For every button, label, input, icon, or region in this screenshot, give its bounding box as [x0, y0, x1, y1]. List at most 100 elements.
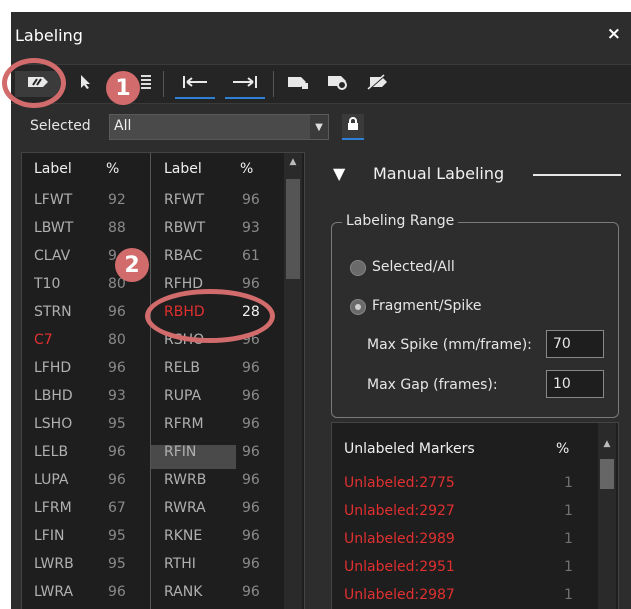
marker-percent: 96 — [242, 528, 260, 544]
marker-label: LELB — [34, 444, 69, 460]
unlabeled-marker-label[interactable]: Unlabeled:2987 — [344, 587, 455, 603]
unlabeled-marker-label[interactable]: Unlabeled:2927 — [344, 503, 455, 519]
marker-label: LWRB — [34, 556, 74, 572]
selection-dropdown[interactable]: All ▼ — [109, 114, 329, 140]
marker-label: RWRA — [164, 500, 206, 516]
annotation-circle-1 — [2, 58, 66, 108]
marker-label: LFIN — [34, 528, 65, 544]
list-icon — [140, 74, 152, 94]
tag-settings-button[interactable] — [323, 71, 353, 97]
table-row[interactable]: RFRM 96 — [164, 416, 274, 442]
toolbar-divider — [163, 71, 164, 97]
unlabeled-marker-percent: 1 — [564, 503, 573, 519]
scroll-thumb[interactable] — [600, 459, 614, 489]
unlabeled-marker-label[interactable]: Unlabeled:2951 — [344, 559, 455, 575]
marker-label: STRN — [34, 304, 72, 320]
prev-button[interactable] — [175, 71, 215, 99]
marker-label: LFWT — [34, 192, 73, 208]
table-row[interactable]: LSHO 95 — [34, 416, 144, 442]
marker-label: RBWT — [164, 220, 206, 236]
close-icon[interactable]: × — [607, 24, 621, 44]
table-row[interactable]: RWRB 96 — [164, 472, 274, 498]
scroll-thumb[interactable] — [286, 179, 300, 279]
table-row[interactable]: C7 80 — [34, 332, 144, 358]
table-row[interactable]: RTHI 96 — [164, 556, 274, 582]
table-row[interactable]: RBWT 93 — [164, 220, 274, 246]
marker-percent: 96 — [242, 556, 260, 572]
table-scrollbar[interactable]: ▲ — [284, 153, 302, 609]
max-spike-label: Max Spike (mm/frame): — [367, 337, 532, 353]
marker-percent: 61 — [242, 248, 260, 264]
table-row[interactable]: RBAC 61 — [164, 248, 274, 274]
marker-percent: 95 — [108, 416, 126, 432]
unlabeled-scrollbar[interactable]: ▲ — [598, 423, 616, 609]
tag-button[interactable] — [283, 71, 313, 97]
table-row[interactable]: LUPA 96 — [34, 472, 144, 498]
marker-label: RKNE — [164, 528, 203, 544]
marker-percent: 93 — [108, 388, 126, 404]
table-row[interactable]: RELB 96 — [164, 360, 274, 386]
marker-label: RFWT — [164, 192, 205, 208]
lock-button[interactable] — [342, 114, 364, 140]
table-row[interactable]: RFWT 96 — [164, 192, 274, 218]
marker-label: LBWT — [34, 220, 74, 236]
radio-fragment-spike[interactable] — [350, 299, 366, 315]
marker-percent: 96 — [108, 444, 126, 460]
radio-selected-all-label: Selected/All — [372, 259, 455, 275]
pointer-button[interactable] — [75, 71, 97, 97]
marker-label: RBAC — [164, 248, 203, 264]
table-row[interactable]: RWRA 96 — [164, 500, 274, 526]
next-icon — [231, 75, 259, 93]
labeling-range-title: Labeling Range — [342, 213, 459, 229]
table-row[interactable]: LFWT 92 — [34, 192, 144, 218]
table-row[interactable]: LBWT 88 — [34, 220, 144, 246]
unlabeled-marker-label[interactable]: Unlabeled:2775 — [344, 475, 455, 491]
table-row[interactable]: LFRM 67 — [34, 500, 144, 526]
unlabeled-marker-percent: 1 — [564, 475, 573, 491]
max-gap-field[interactable]: 10 — [546, 370, 604, 398]
table-row[interactable]: STRN 96 — [34, 304, 144, 330]
table-row[interactable]: LFHD 96 — [34, 360, 144, 386]
annotation-badge-1: 1 — [106, 71, 140, 105]
table-row[interactable]: LWRA 96 — [34, 584, 144, 609]
tag-icon — [287, 75, 309, 93]
marker-label: RANK — [164, 584, 203, 600]
unlabeled-marker-label[interactable]: Unlabeled:2989 — [344, 531, 455, 547]
marker-label: LUPA — [34, 472, 69, 488]
panel-title: Labeling — [15, 26, 83, 45]
selection-value: All — [114, 118, 132, 134]
marker-label: RFRM — [164, 416, 204, 432]
marker-percent: 96 — [242, 192, 260, 208]
table-row[interactable]: LBHD 93 — [34, 388, 144, 414]
table-row[interactable]: RANK 96 — [164, 584, 274, 609]
unlabeled-marker-percent: 1 — [564, 559, 573, 575]
tag-remove-button[interactable] — [363, 71, 393, 97]
scroll-up-icon[interactable]: ▲ — [598, 439, 616, 449]
column-header-label: Label — [164, 161, 202, 177]
column-header-label: Label — [34, 161, 72, 177]
marker-percent: 93 — [242, 220, 260, 236]
marker-label: LFHD — [34, 360, 72, 376]
marker-percent: 96 — [242, 584, 260, 600]
table-row[interactable]: LWRB 95 — [34, 556, 144, 582]
max-spike-field[interactable]: 70 — [546, 330, 604, 358]
collapse-triangle-icon[interactable]: ▼ — [333, 164, 345, 183]
table-row[interactable]: LFIN 95 — [34, 528, 144, 554]
chevron-down-icon[interactable]: ▼ — [310, 115, 328, 139]
marker-percent: 96 — [108, 472, 126, 488]
table-row[interactable]: RUPA 96 — [164, 388, 274, 414]
marker-label: LBHD — [34, 388, 73, 404]
next-button[interactable] — [225, 71, 265, 99]
column-divider — [150, 153, 151, 609]
marker-label: LFRM — [34, 500, 72, 516]
toolbar-divider — [273, 71, 274, 97]
table-row[interactable]: LELB 96 — [34, 444, 144, 470]
column-header-pct: % — [240, 161, 254, 177]
radio-selected-all[interactable] — [350, 260, 366, 276]
table-row[interactable]: RFIN 96 — [164, 444, 274, 470]
marker-label: T10 — [34, 276, 61, 292]
table-row[interactable]: RKNE 96 — [164, 528, 274, 554]
unlabeled-pct-header: % — [556, 441, 570, 457]
manual-labeling-title: Manual Labeling — [373, 164, 505, 183]
scroll-up-icon[interactable]: ▲ — [284, 157, 302, 171]
